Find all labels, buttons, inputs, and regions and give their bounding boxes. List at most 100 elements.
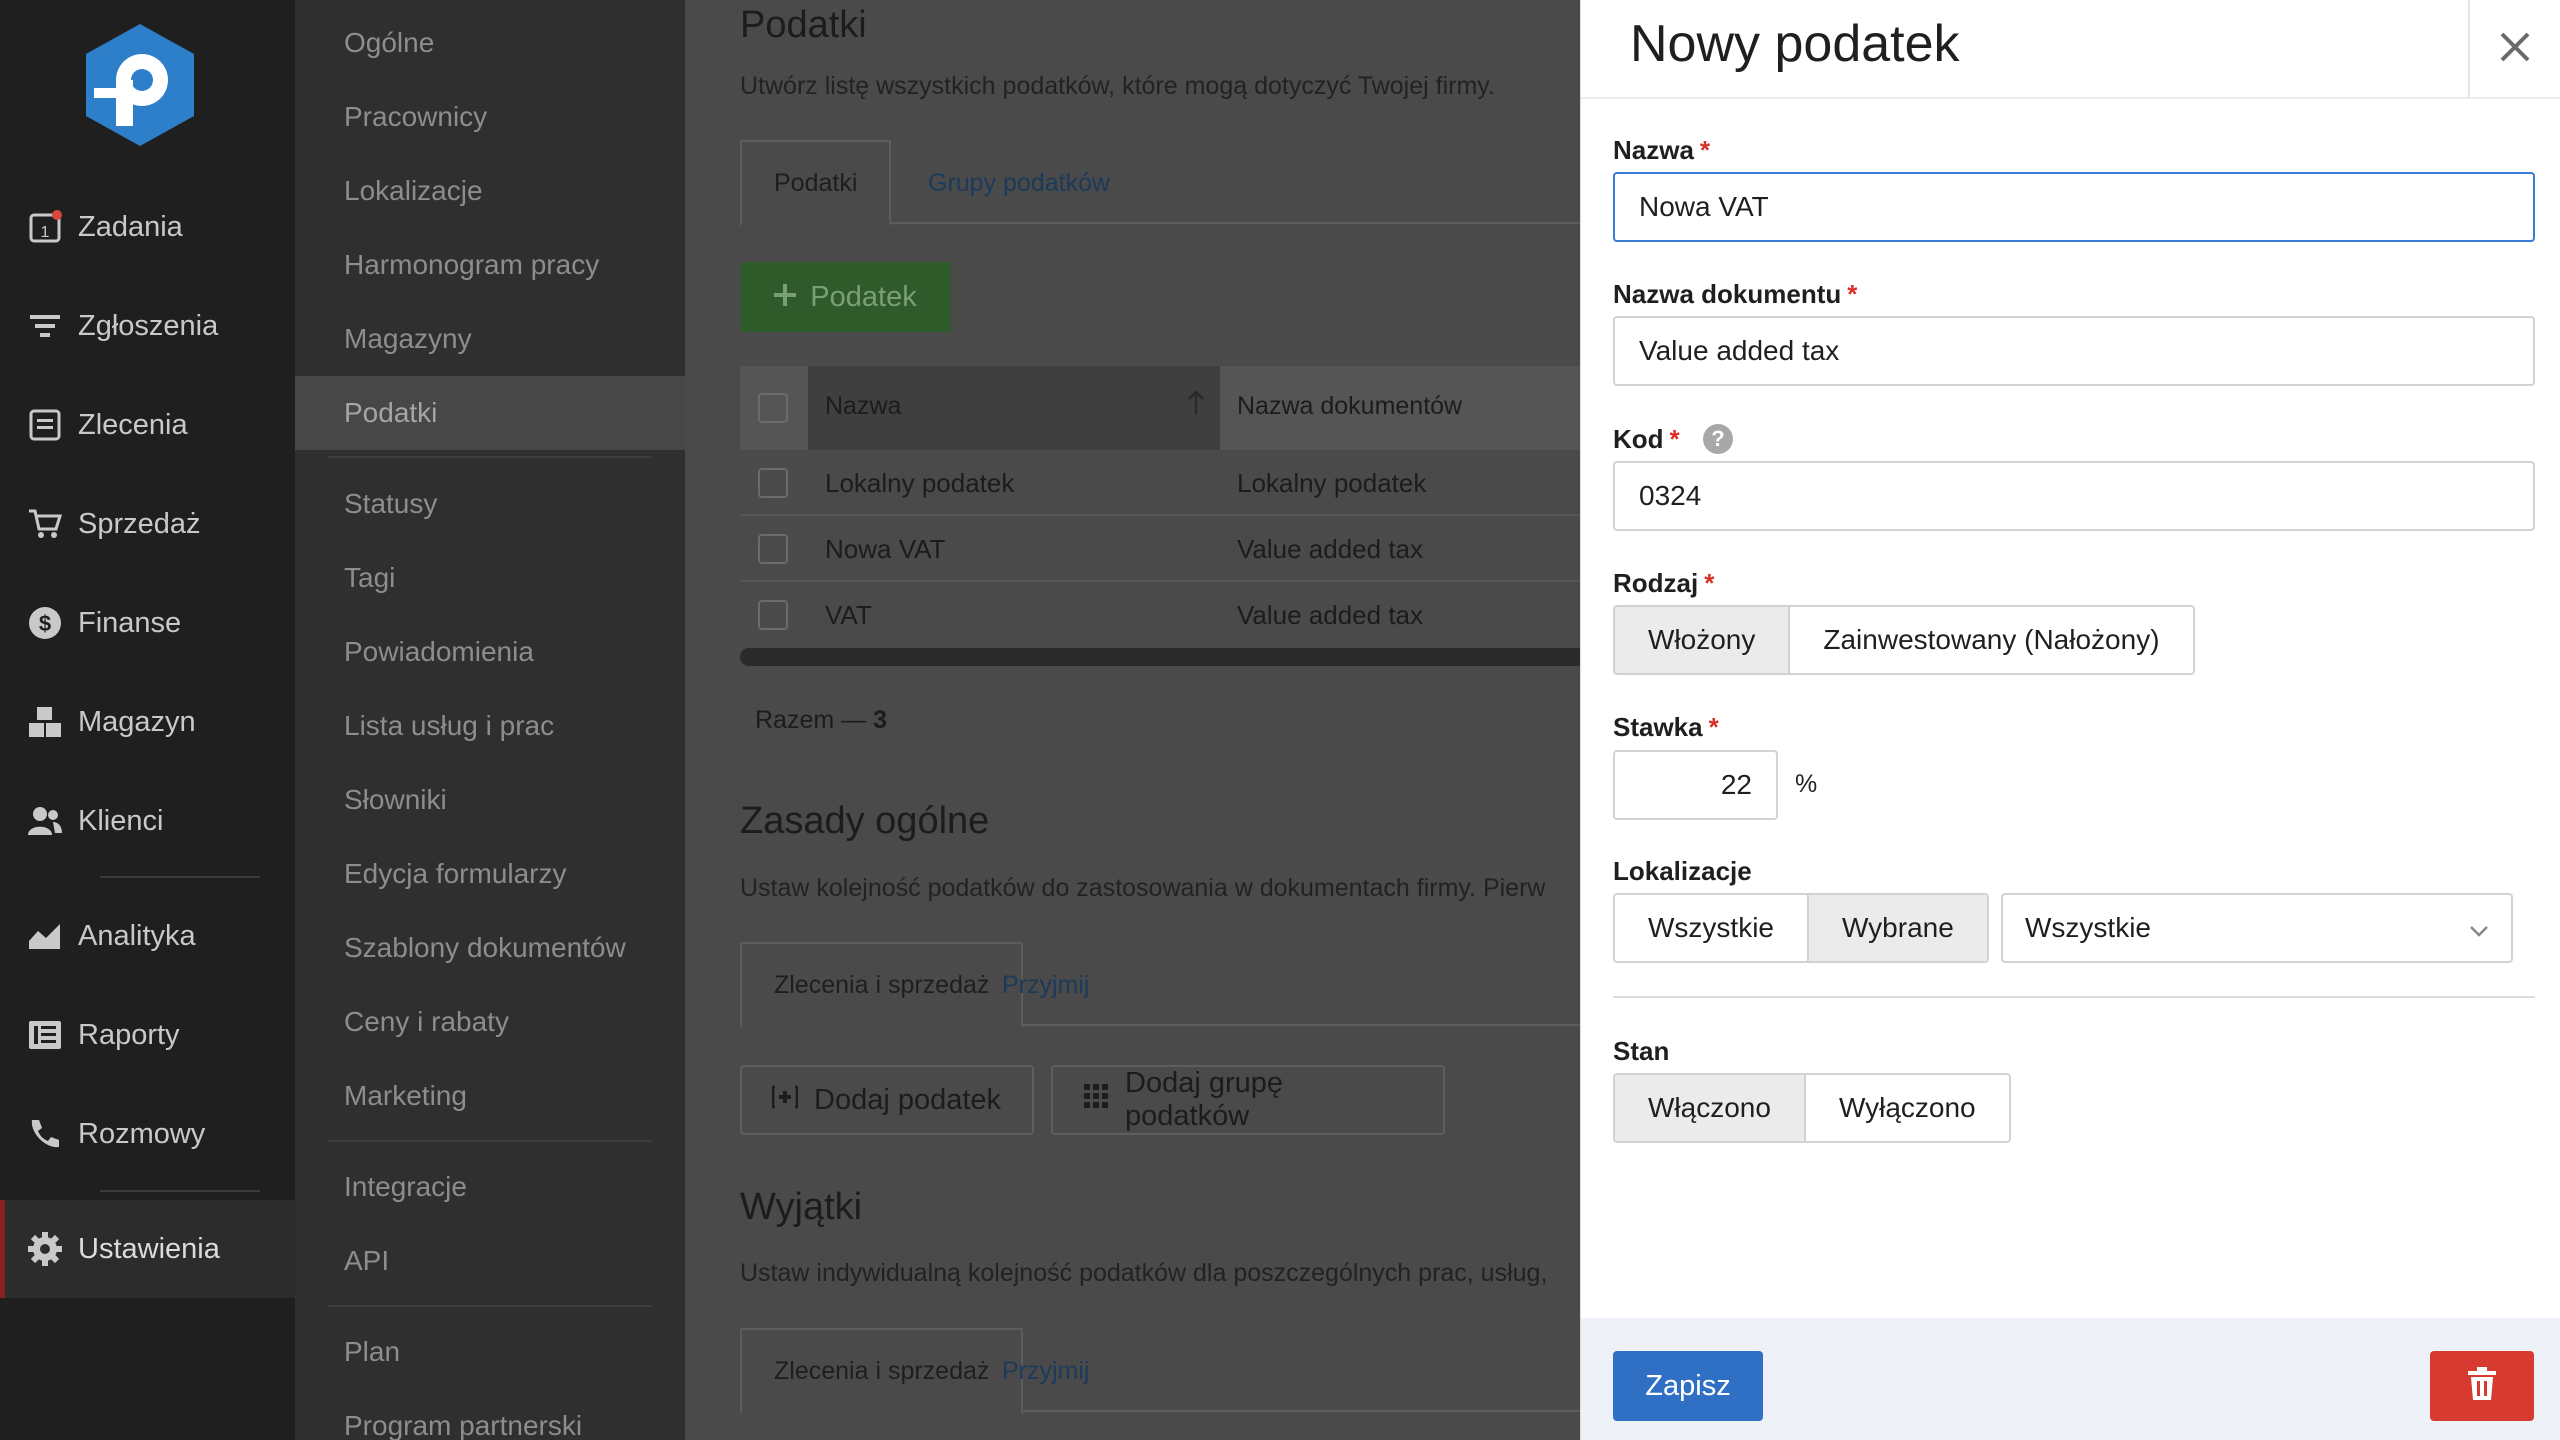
nav-item-ustawienia[interactable]: Ustawienia — [0, 1200, 295, 1298]
state-option-wlaczono[interactable]: Włączono — [1615, 1075, 1804, 1141]
select-all-checkbox[interactable] — [758, 393, 788, 423]
submenu-separator — [327, 456, 652, 458]
nav-item-rozmowy[interactable]: Rozmowy — [0, 1085, 295, 1183]
code-label-text: Kod — [1613, 424, 1664, 454]
app-logo[interactable] — [80, 20, 200, 150]
add-tax-rule-button[interactable]: Dodaj podatek — [740, 1065, 1034, 1135]
submenu-item-pracownicy[interactable]: Pracownicy — [295, 80, 685, 154]
settings-submenu: Ogólne Pracownicy Lokalizacje Harmonogra… — [295, 0, 685, 1440]
locations-option-wszystkie[interactable]: Wszystkie — [1615, 895, 1807, 961]
add-tax-button[interactable]: Podatek — [740, 262, 951, 332]
submenu-item-powiadomienia[interactable]: Powiadomienia — [295, 615, 685, 689]
submenu-item-plan[interactable]: Plan — [295, 1315, 685, 1389]
document-icon — [26, 406, 64, 444]
name-input[interactable]: Nowa VAT — [1613, 172, 2535, 242]
tab-grupy-podatkow[interactable]: Grupy podatków — [896, 140, 1142, 226]
sort-up-icon[interactable] — [1186, 390, 1206, 421]
nav-item-zgloszenia[interactable]: Zgłoszenia — [0, 277, 295, 375]
nav-item-raporty[interactable]: Raporty — [0, 986, 295, 1084]
locations-select[interactable]: Wszystkie — [2001, 893, 2513, 963]
document-name-input[interactable]: Value added tax — [1613, 316, 2535, 386]
name-label: Nazwa * — [1613, 135, 1710, 166]
submenu-item-podatki[interactable]: Podatki — [295, 376, 685, 450]
table-row[interactable]: Nowa VAT Value added tax — [740, 516, 1580, 582]
cell-nazwa-dokumentu: Lokalny podatek — [1237, 468, 1427, 498]
submenu-item-magazyny[interactable]: Magazyny — [295, 302, 685, 376]
row-checkbox[interactable] — [758, 600, 788, 630]
column-nazwa[interactable]: Nazwa — [825, 392, 901, 421]
nav-item-magazyn[interactable]: Magazyn — [0, 673, 295, 771]
row-checkbox[interactable] — [758, 468, 788, 498]
cell-nazwa: Nowa VAT — [825, 534, 946, 564]
type-option-zainwestowany[interactable]: Zainwestowany (Nałożony) — [1788, 607, 2193, 673]
column-nazwa-dokumentow[interactable]: Nazwa dokumentów — [1237, 392, 1462, 421]
required-mark: * — [1669, 424, 1680, 454]
nav-label: Zadania — [78, 210, 183, 243]
nav-item-analityka[interactable]: Analityka — [0, 887, 295, 985]
nav-label: Analityka — [78, 919, 196, 952]
cell-nazwa: Lokalny podatek — [825, 468, 1015, 498]
help-icon[interactable]: ? — [1703, 424, 1733, 454]
save-button[interactable]: Zapisz — [1613, 1351, 1763, 1421]
table-scrollbar[interactable] — [740, 648, 1580, 666]
add-tax-rule-label: Dodaj podatek — [814, 1083, 1002, 1116]
submenu-item-integracje[interactable]: Integracje — [295, 1150, 685, 1224]
name-label-text: Nazwa — [1613, 135, 1694, 165]
delete-button[interactable] — [2430, 1351, 2534, 1421]
submenu-item-edycja-formularzy[interactable]: Edycja formularzy — [295, 837, 685, 911]
nav-separator — [100, 876, 260, 878]
cell-nazwa-dokumentu: Value added tax — [1237, 534, 1423, 564]
submenu-item-marketing[interactable]: Marketing — [295, 1059, 685, 1133]
users-icon — [26, 802, 64, 840]
submenu-item-slowniki[interactable]: Słowniki — [295, 763, 685, 837]
submenu-item-lista-uslug[interactable]: Lista usług i prac — [295, 689, 685, 763]
submenu-item-harmonogram[interactable]: Harmonogram pracy — [295, 228, 685, 302]
nav-item-sprzedaz[interactable]: Sprzedaż — [0, 475, 295, 573]
tab-przyjmij[interactable]: Przyjmij — [970, 1328, 1122, 1414]
close-button[interactable] — [2468, 0, 2560, 98]
submenu-item-api[interactable]: API — [295, 1224, 685, 1298]
required-mark: * — [1699, 135, 1711, 165]
submenu-item-tagi[interactable]: Tagi — [295, 541, 685, 615]
submenu-item-statusy[interactable]: Statusy — [295, 467, 685, 541]
submenu-separator — [327, 1140, 652, 1142]
document-name-label-text: Nazwa dokumentu — [1613, 279, 1842, 309]
row-checkbox[interactable] — [758, 534, 788, 564]
cell-nazwa-dokumentu: Value added tax — [1237, 600, 1423, 630]
table-row[interactable]: Lokalny podatek Lokalny podatek — [740, 450, 1580, 516]
close-icon — [2499, 31, 2531, 68]
nav-label: Finanse — [78, 606, 182, 639]
add-tax-group-label: Dodaj grupę podatków — [1125, 1067, 1283, 1132]
tax-tabs: Podatki Grupy podatków — [740, 140, 1580, 226]
code-label: Kod * — [1613, 424, 1680, 455]
add-tax-label: Podatek — [810, 280, 917, 313]
submenu-item-ogolne[interactable]: Ogólne — [295, 6, 685, 80]
add-tax-group-button[interactable]: Dodaj grupę podatków — [1051, 1065, 1445, 1135]
rate-input[interactable]: 22 — [1613, 750, 1778, 820]
tab-przyjmij[interactable]: Przyjmij — [970, 942, 1122, 1028]
nav-item-zlecenia[interactable]: Zlecenia — [0, 376, 295, 474]
submenu-item-lokalizacje[interactable]: Lokalizacje — [295, 154, 685, 228]
svg-text:$: $ — [39, 611, 51, 636]
nav-item-finanse[interactable]: $ Finanse — [0, 574, 295, 672]
state-option-wylaczono[interactable]: Wyłączono — [1803, 1075, 2009, 1141]
nav-item-klienci[interactable]: Klienci — [0, 772, 295, 870]
type-option-wlozony[interactable]: Włożony — [1615, 607, 1789, 673]
locations-option-wybrane[interactable]: Wybrane — [1807, 895, 1987, 961]
dollar-icon: $ — [26, 604, 64, 642]
submenu-separator — [327, 1305, 652, 1307]
submenu-item-szablony[interactable]: Szablony dokumentów — [295, 911, 685, 985]
nav-item-zadania[interactable]: 1 Zadania — [0, 178, 295, 276]
code-input[interactable]: 0324 — [1613, 461, 2535, 531]
nav-label: Zgłoszenia — [78, 309, 219, 342]
main-content: Podatki Utwórz listę wszystkich podatków… — [685, 0, 1580, 1440]
state-toggle: Włączono Wyłączono — [1613, 1073, 2011, 1143]
rate-label: Stawka * — [1613, 712, 1719, 743]
submenu-item-program-partnerski[interactable]: Program partnerski — [295, 1389, 685, 1440]
nav-label: Sprzedaż — [78, 507, 201, 540]
grid-icon — [1083, 1083, 1109, 1117]
submenu-item-ceny-rabaty[interactable]: Ceny i rabaty — [295, 985, 685, 1059]
tab-podatki[interactable]: Podatki — [740, 140, 892, 226]
table-row[interactable]: VAT Value added tax — [740, 582, 1580, 648]
required-mark: * — [1704, 568, 1715, 598]
